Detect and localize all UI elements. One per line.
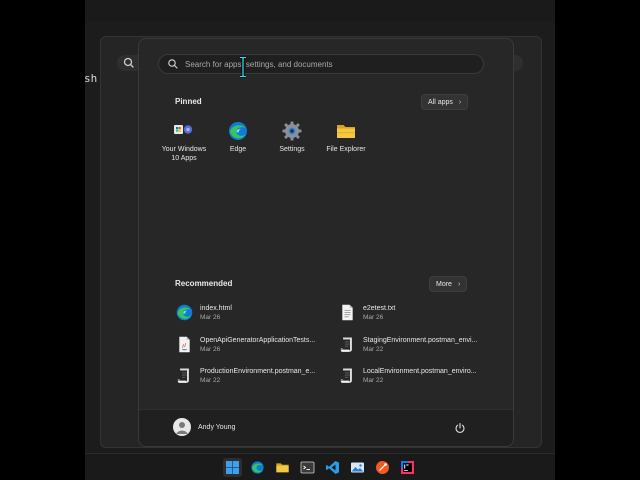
pinned-title: Pinned <box>175 97 202 106</box>
edge-icon <box>176 304 193 321</box>
recommended-item-date: Mar 26 <box>200 345 221 353</box>
recommended-item-date: Mar 26 <box>363 313 384 321</box>
recommended-item-name: StagingEnvironment.postman_envi... <box>363 336 478 344</box>
more-label: More <box>436 280 452 288</box>
search-icon <box>123 57 134 68</box>
background-partial-text: sh <box>84 72 98 85</box>
postman-icon <box>376 461 389 474</box>
taskbar <box>85 453 555 480</box>
edge-icon <box>251 461 264 474</box>
recommended-item-name: index.html <box>200 304 232 312</box>
pinned-item-edge[interactable]: Edge <box>211 120 265 154</box>
taskbar-vscode-button[interactable] <box>323 458 342 477</box>
user-name: Andy Young <box>198 423 236 431</box>
java-file-icon <box>179 336 190 353</box>
text-cursor-icon <box>240 56 246 78</box>
more-button[interactable]: More › <box>429 276 468 292</box>
search-input[interactable] <box>185 56 475 72</box>
recommended-item-e2etest-txt[interactable]: e2etest.txt Mar 26 <box>338 303 395 322</box>
recommended-item-name: OpenApiGeneratorApplicationTests... <box>200 336 316 344</box>
recommended-item-date: Mar 22 <box>363 376 384 384</box>
photos-icon <box>351 462 364 473</box>
start-search-box[interactable] <box>158 54 484 74</box>
start-menu-footer: Andy Young <box>139 409 513 446</box>
edge-icon <box>229 122 247 140</box>
recommended-item-name: ProductionEnvironment.postman_e... <box>200 367 316 375</box>
recommended-item-name: e2etest.txt <box>363 304 396 312</box>
taskbar-terminal-button[interactable] <box>298 458 317 477</box>
recommended-item-date: Mar 22 <box>200 376 221 384</box>
pinned-item-file-explorer[interactable]: File Explorer <box>319 120 373 154</box>
file-explorer-icon <box>276 463 289 473</box>
taskbar-edge-button[interactable] <box>248 458 267 477</box>
terminal-icon <box>300 461 315 474</box>
all-apps-button[interactable]: All apps › <box>421 94 469 110</box>
desktop-screen: Pinned All apps › Your Windows 10 Apps <box>85 0 555 480</box>
recommended-item-openapi-tests[interactable]: OpenApiGeneratorApplicationTests... Mar … <box>175 335 315 354</box>
windows-apps-icon <box>174 125 193 134</box>
text-file-icon <box>342 304 353 321</box>
recommended-item-production-environment[interactable]: ProductionEnvironment.postman_e... Mar 2… <box>175 366 315 385</box>
pinned-item-label: Your Windows 10 Apps <box>161 146 207 162</box>
settings-gear-icon <box>282 121 302 141</box>
taskbar-intellij-button[interactable] <box>398 458 417 477</box>
taskbar-photos-button[interactable] <box>348 458 367 477</box>
pinned-item-label: Settings <box>279 146 305 153</box>
pinned-item-label: File Explorer <box>326 146 366 153</box>
chevron-right-icon: › <box>458 98 462 106</box>
script-file-icon <box>340 337 352 352</box>
intellij-icon <box>401 461 414 474</box>
pinned-item-your-windows-10-apps[interactable]: Your Windows 10 Apps <box>157 120 211 163</box>
folder-icon <box>337 125 355 138</box>
script-file-icon <box>340 368 352 383</box>
recommended-title: Recommended <box>175 279 233 288</box>
recommended-item-date: Mar 22 <box>363 345 384 353</box>
start-menu: Pinned All apps › Your Windows 10 Apps <box>138 38 514 447</box>
windows-start-icon <box>226 461 239 474</box>
user-avatar-icon <box>173 418 191 436</box>
recommended-item-date: Mar 26 <box>200 313 221 321</box>
pinned-item-settings[interactable]: Settings <box>265 120 319 154</box>
vscode-icon <box>326 461 339 474</box>
all-apps-label: All apps <box>428 98 453 106</box>
background-title-bar <box>85 0 555 22</box>
recommended-item-name: LocalEnvironment.postman_enviro... <box>363 367 477 375</box>
recommended-item-staging-environment[interactable]: StagingEnvironment.postman_envi... Mar 2… <box>338 335 477 354</box>
power-icon[interactable] <box>454 422 466 434</box>
taskbar-file-explorer-button[interactable] <box>273 458 292 477</box>
script-file-icon <box>177 368 189 383</box>
taskbar-start-button[interactable] <box>223 458 242 477</box>
recommended-item-index-html[interactable]: index.html Mar 26 <box>175 303 232 322</box>
pinned-item-label: Edge <box>229 146 247 153</box>
user-account-button[interactable]: Andy Young <box>173 418 235 436</box>
chevron-right-icon: › <box>457 280 461 288</box>
search-icon <box>168 59 178 69</box>
recommended-item-local-environment[interactable]: LocalEnvironment.postman_enviro... Mar 2… <box>338 366 477 385</box>
taskbar-postman-button[interactable] <box>373 458 392 477</box>
